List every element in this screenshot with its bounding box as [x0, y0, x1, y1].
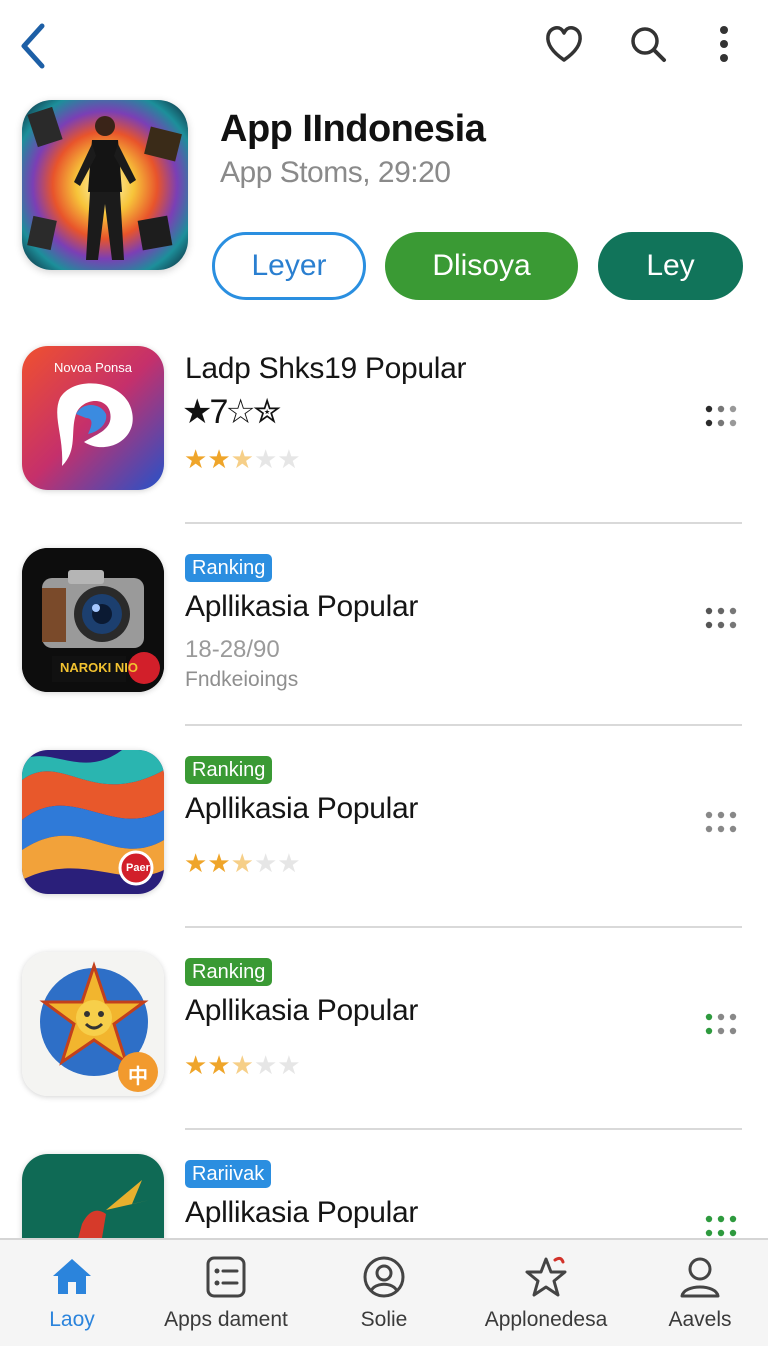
user-icon: [677, 1254, 723, 1300]
nav-label: Laoy: [49, 1308, 95, 1331]
favorite-button[interactable]: [540, 20, 588, 68]
more-dots-icon[interactable]: [704, 606, 738, 630]
list-item[interactable]: 中 Ranking Apllikasia Popular ★★★★★: [0, 928, 768, 1130]
list-item[interactable]: NAROKI NIO Ranking Apllikasia Popular 18…: [0, 524, 768, 726]
back-button[interactable]: [8, 20, 60, 72]
nav-item-aavels[interactable]: Aavels: [654, 1240, 746, 1346]
nav-label: Apps dament: [164, 1308, 288, 1331]
row-title: Apllikasia Popular: [185, 590, 419, 623]
star-icon: [523, 1254, 569, 1300]
rating-stars: ★★★★★: [184, 1050, 301, 1080]
dlisoya-button[interactable]: Dlisoya: [385, 232, 578, 300]
app-icon: [22, 1154, 164, 1238]
ranking-badge: Ranking: [185, 756, 273, 784]
ranking-badge: Ranking: [185, 554, 273, 582]
list-icon: [203, 1254, 249, 1300]
rating-stars: ★★★★★: [184, 848, 301, 878]
row-title: Apllikasia Popular: [185, 1196, 419, 1229]
app-icon-label: NAROKI NIO: [60, 660, 138, 675]
app-title: App IIndonesia: [220, 108, 486, 150]
app-icon: Paer: [22, 750, 164, 894]
home-icon: [49, 1254, 95, 1300]
more-options-button[interactable]: [702, 20, 746, 68]
heart-icon: [546, 26, 582, 62]
more-dots-icon[interactable]: [704, 404, 738, 428]
search-icon: [631, 27, 666, 62]
app-list: Novoa Ponsa Ladp Shks19 Popular ★7☆✮ ★★★…: [0, 322, 768, 1238]
top-bar: [0, 0, 768, 92]
nav-label: Solie: [360, 1308, 408, 1331]
app-icon: Novoa Ponsa: [22, 346, 164, 490]
app-icon: 中: [22, 952, 164, 1096]
app-icon-label: 中: [128, 1064, 148, 1088]
more-dots-icon[interactable]: [704, 1214, 738, 1238]
nav-label: Applonedesa: [484, 1308, 608, 1331]
nav-item-applonedesa[interactable]: Applonedesa: [476, 1240, 616, 1346]
list-item[interactable]: Paer Ranking Apllikasia Popular ★★★★★: [0, 726, 768, 928]
more-dots-icon[interactable]: [704, 1012, 738, 1036]
more-vertical-icon: [720, 26, 728, 62]
row-meta: 18-28/90: [185, 636, 280, 663]
chevron-left-icon: [21, 23, 45, 69]
nav-item-solie[interactable]: Solie: [334, 1240, 434, 1346]
app-header: App IIndonesia App Stoms, 29:20 Leyer Dl…: [0, 92, 768, 322]
app-subtitle: App Stoms, 29:20: [220, 156, 451, 189]
nav-item-laoy[interactable]: Laoy: [20, 1240, 124, 1346]
ranking-badge: Rariivak: [185, 1160, 272, 1188]
nav-label: Aavels: [668, 1308, 732, 1331]
rating-stars: ★★★★★: [184, 444, 301, 474]
ranking-badge: Ranking: [185, 958, 273, 986]
leyer-button[interactable]: Leyer: [212, 232, 366, 300]
app-hero-icon: [22, 100, 188, 270]
app-icon: NAROKI NIO: [22, 548, 164, 692]
bottom-navigation: Laoy Apps dament Solie Applonedesa Aavel…: [0, 1238, 768, 1346]
profile-icon: [361, 1254, 407, 1300]
rating-stars-text: ★7☆✮: [182, 393, 281, 431]
row-title: Apllikasia Popular: [185, 792, 419, 825]
list-item[interactable]: Rariivak Apllikasia Popular: [0, 1130, 768, 1238]
list-item[interactable]: Novoa Ponsa Ladp Shks19 Popular ★7☆✮ ★★★…: [0, 322, 768, 524]
row-title: Apllikasia Popular: [185, 994, 419, 1027]
ley-button[interactable]: Ley: [598, 232, 743, 300]
app-icon-label: Novoa Ponsa: [53, 360, 133, 375]
search-button[interactable]: [624, 20, 672, 68]
nav-item-apps-dament[interactable]: Apps dament: [160, 1240, 292, 1346]
row-title: Ladp Shks19 Popular: [185, 352, 467, 385]
more-dots-icon[interactable]: [704, 810, 738, 834]
row-meta-secondary: Fndkeioings: [185, 668, 299, 691]
app-icon-label: Paer: [126, 862, 150, 874]
